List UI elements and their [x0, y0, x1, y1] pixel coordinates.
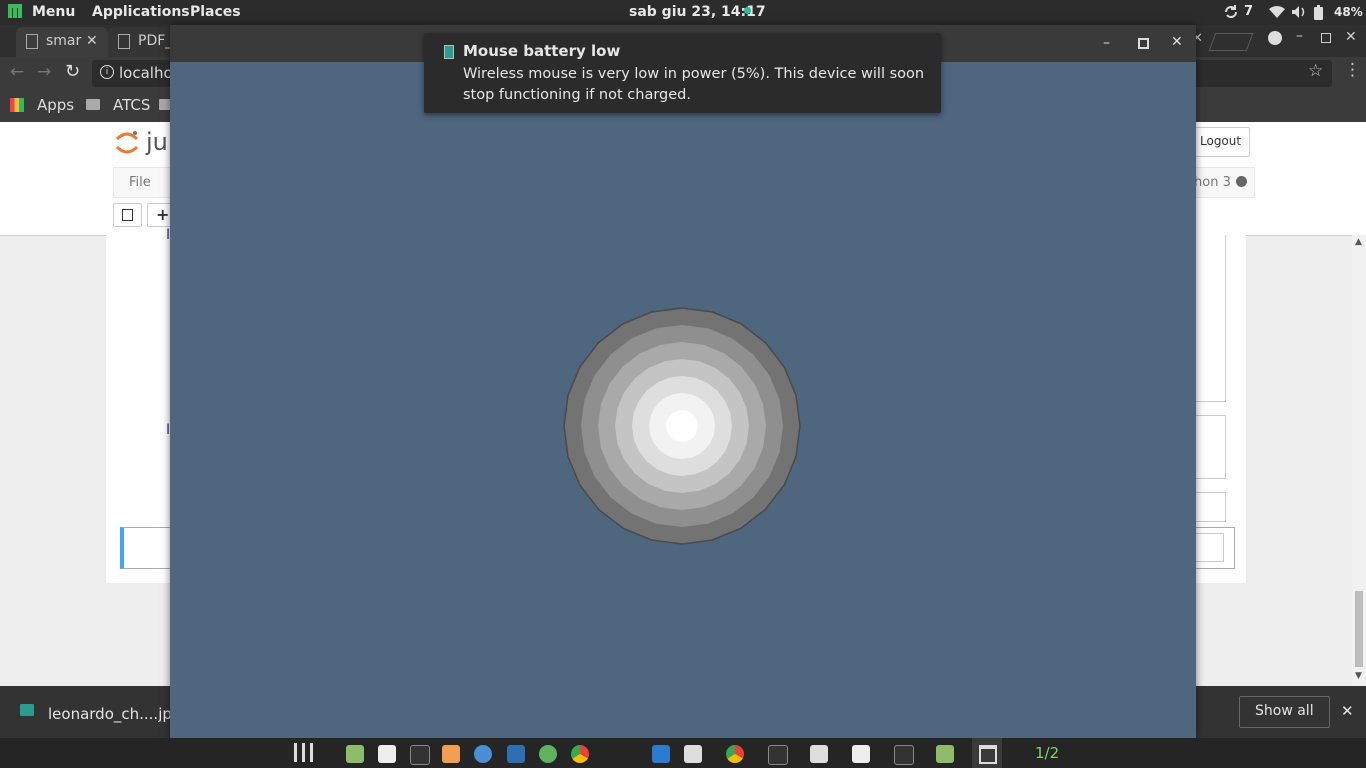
browser-tab[interactable]: PDF_ — [108, 27, 178, 57]
pyplasm-window[interactable]: PyPlasm – ✕ — [170, 25, 1196, 738]
notification-title: Mouse battery low — [463, 42, 621, 60]
battery-low-icon — [444, 45, 454, 59]
download-file-name[interactable]: leonardo_ch....jp — [48, 705, 172, 723]
notes-icon[interactable] — [936, 745, 954, 763]
chat-icon[interactable] — [474, 745, 492, 763]
menu-button[interactable]: Menu — [32, 4, 75, 20]
folder-icon — [86, 99, 100, 110]
save-icon — [122, 209, 133, 221]
battery-icon[interactable] — [1314, 5, 1324, 24]
image-file-icon — [20, 704, 34, 716]
bookmark-apps[interactable]: Apps — [37, 96, 74, 114]
back-icon[interactable]: ← — [10, 62, 24, 82]
kernel-status-icon — [1236, 176, 1247, 187]
browser-menu-icon[interactable]: ⋮ — [1344, 60, 1361, 80]
terminal-icon[interactable] — [894, 745, 914, 765]
document-viewer-icon[interactable] — [852, 745, 870, 763]
tab-close-icon[interactable]: ✕ — [86, 33, 98, 49]
notification-dot-icon — [744, 7, 751, 14]
download-manager-icon[interactable] — [442, 745, 460, 763]
gimp-icon[interactable] — [539, 745, 557, 763]
taskbar: 1/2 — [0, 738, 1366, 768]
kernel-name: hon 3 — [1194, 175, 1231, 190]
close-icon[interactable]: ✕ — [1345, 29, 1357, 45]
apps-grid-icon — [10, 98, 24, 112]
cell-input[interactable] — [1195, 533, 1224, 562]
text-editor-icon[interactable] — [684, 745, 702, 763]
places-menu[interactable]: Places — [190, 4, 241, 20]
workspace-indicator[interactable]: 1/2 — [1035, 744, 1059, 762]
tab-label: smar — [46, 33, 82, 49]
chrome-icon[interactable] — [571, 745, 589, 763]
screenshot-icon[interactable] — [507, 745, 525, 763]
minimize-icon[interactable]: – — [1296, 28, 1303, 44]
notes-icon[interactable] — [346, 745, 364, 763]
app-grid-icon[interactable] — [294, 743, 313, 762]
bookmark-star-icon[interactable]: ☆ — [1308, 61, 1323, 81]
forward-icon[interactable]: → — [37, 62, 51, 82]
bookmark-atcs[interactable]: ATCS — [113, 96, 150, 114]
chrome-icon[interactable] — [726, 745, 744, 763]
notification-body: Wireless mouse is very low in power (5%)… — [463, 66, 925, 103]
wifi-icon[interactable] — [1268, 5, 1286, 23]
scroll-up-icon[interactable]: ▲ — [1355, 237, 1362, 247]
window-maximize-icon[interactable] — [1138, 38, 1149, 49]
scroll-down-icon[interactable]: ▼ — [1355, 671, 1362, 681]
maximize-icon[interactable] — [1321, 33, 1331, 43]
profile-icon[interactable] — [1268, 31, 1282, 45]
active-window-button[interactable] — [972, 738, 1002, 768]
menu-logo-icon[interactable] — [8, 3, 23, 23]
applications-menu[interactable]: Applications — [92, 4, 190, 20]
terminal-icon[interactable] — [410, 745, 430, 765]
info-icon[interactable]: i — [100, 65, 114, 79]
terminal-icon[interactable] — [768, 745, 788, 765]
download-bar-close-icon[interactable]: ✕ — [1341, 702, 1354, 720]
volume-icon[interactable] — [1291, 5, 1307, 23]
desktop-icon[interactable] — [652, 745, 670, 763]
viewport-canvas[interactable] — [170, 62, 1196, 738]
top-panel: Menu Applications Places sab giu 23, 14:… — [0, 0, 1366, 25]
text-editor-icon[interactable] — [810, 745, 828, 763]
updates-icon[interactable] — [1223, 4, 1239, 24]
shaded-sphere — [563, 307, 801, 545]
window-minimize-icon[interactable]: – — [1103, 35, 1110, 51]
tab-label: PDF_ — [138, 33, 173, 49]
document-viewer-icon[interactable] — [378, 745, 396, 763]
window-close-icon[interactable]: ✕ — [1171, 34, 1183, 50]
window-icon — [979, 745, 997, 764]
reload-icon[interactable]: ↻ — [65, 61, 80, 82]
page-scrollbar[interactable]: ▲ ▼ — [1352, 235, 1366, 686]
document-icon — [26, 34, 38, 49]
show-all-button[interactable]: Show all — [1239, 696, 1330, 728]
cell-output — [1195, 415, 1226, 479]
cell-input[interactable] — [1195, 492, 1226, 522]
cell-output — [1195, 235, 1226, 402]
menu-file[interactable]: File — [129, 175, 151, 190]
document-icon — [118, 34, 130, 49]
new-tab-button[interactable] — [1208, 33, 1254, 51]
notification-popup[interactable]: Mouse battery low Wireless mouse is very… — [424, 33, 941, 113]
updates-count: 7 — [1244, 4, 1254, 19]
plus-icon: + — [156, 205, 170, 224]
save-button[interactable] — [113, 203, 142, 227]
scrollbar-thumb[interactable] — [1355, 591, 1363, 667]
sphere-shade-band — [666, 410, 698, 442]
browser-tab[interactable]: smar ✕ — [16, 27, 108, 57]
jupyter-logo-icon[interactable] — [115, 130, 139, 156]
battery-percentage: 48% — [1334, 5, 1363, 19]
logout-button[interactable]: Logout — [1188, 127, 1250, 157]
